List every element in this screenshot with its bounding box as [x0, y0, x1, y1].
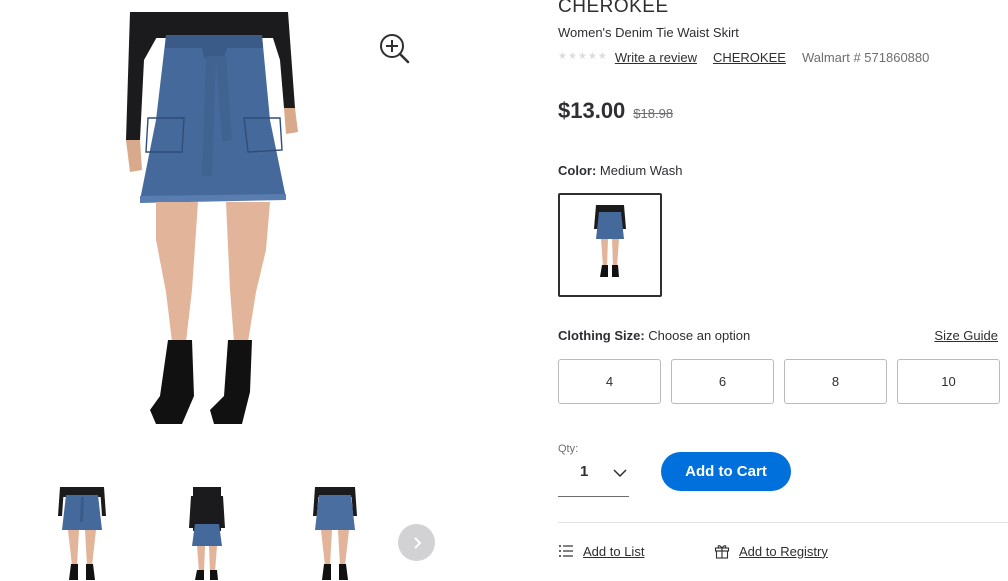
color-label: Color: Medium Wash — [558, 163, 683, 178]
size-options: 4 6 8 10 — [558, 359, 1000, 404]
star-rating: ★ ★ ★ ★ ★ — [558, 52, 607, 62]
add-to-registry-button[interactable]: Add to Registry — [714, 543, 828, 559]
color-value: Medium Wash — [599, 163, 683, 178]
size-guide-link[interactable]: Size Guide — [934, 328, 998, 343]
add-to-cart-button[interactable]: Add to Cart — [661, 452, 791, 491]
product-title: Women's Denim Tie Waist Skirt — [558, 25, 739, 40]
chevron-right-icon[interactable] — [398, 524, 435, 561]
quantity-select[interactable]: 1 — [558, 457, 629, 497]
qty-value: 1 — [580, 463, 589, 480]
add-to-list-button[interactable]: Add to List — [558, 543, 644, 559]
current-price: $13.00 — [558, 98, 626, 123]
thumbnail-image[interactable] — [305, 486, 365, 581]
add-to-registry-label: Add to Registry — [739, 543, 828, 559]
divider — [558, 522, 1008, 523]
size-option-8[interactable]: 8 — [784, 359, 887, 404]
product-main-image[interactable] — [120, 0, 310, 450]
rating-row: ★ ★ ★ ★ ★ Write a review CHEROKEE Walmar… — [558, 49, 929, 65]
color-swatch[interactable] — [558, 193, 662, 297]
write-review-link[interactable]: Write a review — [615, 50, 697, 65]
size-placeholder: Choose an option — [648, 328, 751, 343]
star-icon: ★ — [567, 51, 577, 62]
gift-icon — [714, 543, 730, 559]
star-icon: ★ — [577, 51, 587, 62]
list-icon — [558, 543, 574, 559]
color-label-title: Color: — [558, 163, 597, 178]
brand-link[interactable]: CHEROKEE — [713, 50, 786, 65]
zoom-in-icon[interactable] — [378, 32, 412, 66]
thumbnail-image[interactable] — [177, 486, 237, 581]
qty-label: Qty: — [558, 443, 579, 455]
size-option-4[interactable]: 4 — [558, 359, 661, 404]
size-label-title: Clothing Size: — [558, 328, 645, 343]
star-icon: ★ — [597, 51, 607, 62]
star-icon: ★ — [587, 51, 597, 62]
size-option-10[interactable]: 10 — [897, 359, 1000, 404]
was-price: $18.98 — [633, 106, 674, 121]
size-label: Clothing Size: Choose an option — [558, 328, 750, 343]
brand-heading: CHEROKEE — [558, 0, 669, 17]
price-row: $13.00 $18.98 — [558, 98, 673, 124]
chevron-down-icon — [613, 465, 627, 483]
size-option-6[interactable]: 6 — [671, 359, 774, 404]
walmart-number: Walmart # 571860880 — [801, 49, 930, 65]
star-icon: ★ — [558, 51, 567, 62]
add-to-list-label: Add to List — [583, 543, 645, 559]
thumbnail-image[interactable] — [52, 486, 112, 581]
thumbnail-strip — [0, 480, 540, 581]
